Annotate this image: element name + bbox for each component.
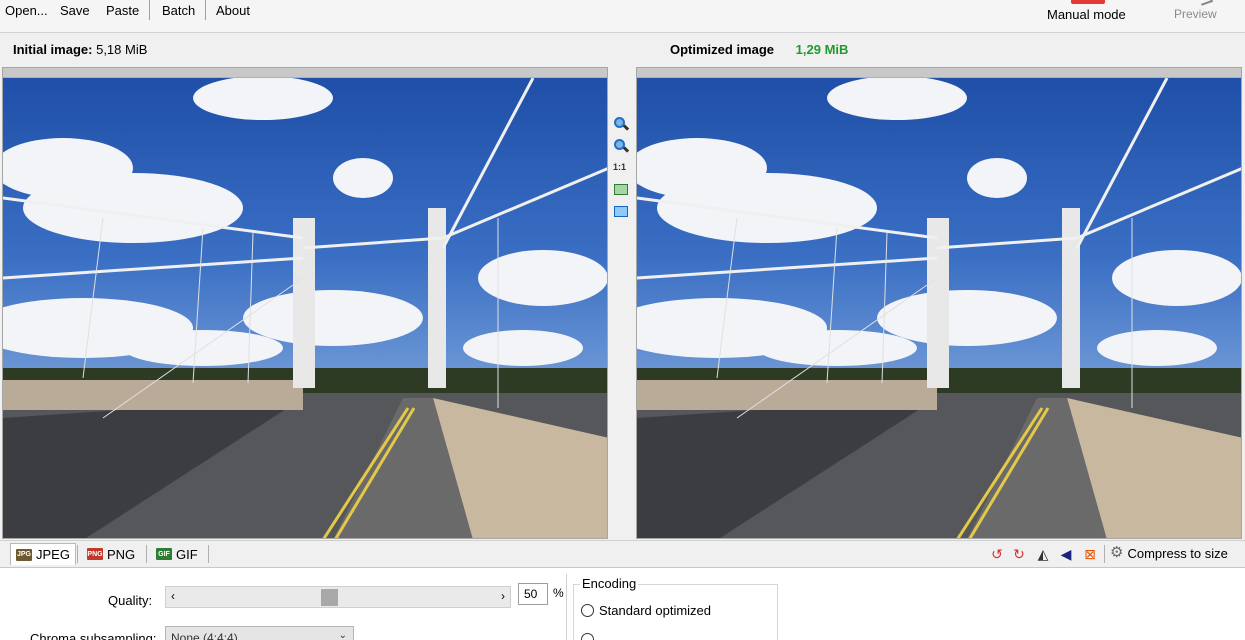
optimized-image-panel[interactable] xyxy=(636,67,1242,539)
paste-menu[interactable]: Paste xyxy=(106,3,139,18)
actual-size-button[interactable]: 1:1 xyxy=(612,159,630,177)
about-menu[interactable]: About xyxy=(216,3,250,18)
preview-label: Preview xyxy=(1174,7,1217,21)
optimized-image-size: 1,29 MiB xyxy=(795,42,849,57)
panel-top-strip xyxy=(637,68,1241,78)
chevron-down-icon: ⌄ xyxy=(338,630,347,640)
quality-slider[interactable]: ‹ › xyxy=(165,586,511,608)
rotate-right-icon[interactable]: ↻ xyxy=(1010,545,1028,563)
preview-icon xyxy=(1198,0,1214,6)
crop-icon[interactable]: ⊠ xyxy=(1081,545,1099,563)
compress-to-size-button[interactable]: ⚙ Compress to size xyxy=(1110,545,1228,561)
jpeg-icon: JPG xyxy=(16,548,32,561)
batch-menu[interactable]: Batch xyxy=(162,3,195,18)
preview-button[interactable]: Preview xyxy=(1166,0,1228,33)
quality-label: Quality: xyxy=(108,593,153,608)
tab-separator xyxy=(208,545,209,563)
compress-to-size-label: Compress to size xyxy=(1127,545,1228,561)
manual-mode-button[interactable]: Manual mode xyxy=(1040,0,1135,33)
rotate-left-icon[interactable]: ↺ xyxy=(988,545,1006,563)
menu-separator xyxy=(149,0,150,20)
slider-thumb[interactable] xyxy=(321,589,338,606)
open-menu[interactable]: Open... xyxy=(5,3,48,18)
manual-mode-icon xyxy=(1071,0,1105,4)
encoding-group: Encoding Standard optimized xyxy=(573,576,778,640)
quality-value-input[interactable]: 50 xyxy=(518,583,548,605)
chroma-subsampling-label: Chroma subsampling: xyxy=(30,631,157,640)
gear-icon: ⚙ xyxy=(1110,544,1124,561)
menu-bar: Open... Save Paste Batch About Manual mo… xyxy=(0,0,1245,33)
chroma-subsampling-value: None (4:4:4) xyxy=(171,631,238,640)
tab-label: GIF xyxy=(176,546,198,562)
tab-separator xyxy=(77,545,78,563)
format-tab-bar: JPG JPEG PNG PNG GIF GIF ↺ ↻ ◭ ◀ ⊠ ⚙ Com… xyxy=(0,540,1245,566)
fit-window-icon[interactable] xyxy=(612,181,630,199)
encoding-option-label: Standard optimized xyxy=(599,603,712,618)
jpeg-settings-panel: Quality: ‹ › 50 % Chroma subsampling: No… xyxy=(0,567,1245,640)
manual-mode-label: Manual mode xyxy=(1047,7,1126,22)
tab-label: JPEG xyxy=(36,547,70,562)
radio-button[interactable] xyxy=(581,604,594,617)
optimized-image xyxy=(637,78,1241,538)
tool-separator xyxy=(1104,545,1105,563)
slider-left-arrow-icon[interactable]: ‹ xyxy=(171,589,175,603)
initial-image-info: Initial image: 5,18 MiB xyxy=(13,42,147,57)
optimized-image-info: Optimized image 1,29 MiB xyxy=(670,42,848,57)
tab-separator xyxy=(146,545,147,563)
radio-button[interactable] xyxy=(581,633,594,640)
chroma-subsampling-select[interactable]: None (4:4:4) ⌄ xyxy=(165,626,354,640)
percent-label: % xyxy=(553,586,564,600)
actual-size-label: 1:1 xyxy=(613,162,627,172)
initial-image-size: 5,18 MiB xyxy=(96,42,148,57)
gif-icon: GIF xyxy=(156,548,172,560)
initial-image-label: Initial image: xyxy=(13,42,93,57)
initial-image-panel[interactable] xyxy=(2,67,608,539)
menu-separator xyxy=(205,0,206,20)
compare-icon[interactable] xyxy=(612,203,630,221)
panel-top-strip xyxy=(3,68,607,78)
flip-horizontal-icon[interactable]: ◭ xyxy=(1034,545,1052,563)
tab-jpeg[interactable]: JPG JPEG xyxy=(10,543,76,565)
tab-png[interactable]: PNG PNG xyxy=(82,543,140,565)
zoom-out-icon[interactable] xyxy=(612,137,630,155)
save-menu[interactable]: Save xyxy=(60,3,90,18)
initial-image xyxy=(3,78,607,538)
flip-vertical-icon[interactable]: ◀ xyxy=(1057,545,1075,563)
tab-gif[interactable]: GIF GIF xyxy=(151,543,203,565)
settings-divider xyxy=(566,574,567,640)
zoom-toolbar: 1:1 xyxy=(610,115,632,225)
tab-label: PNG xyxy=(107,546,136,562)
optimized-image-label: Optimized image xyxy=(670,42,775,57)
encoding-option-next[interactable] xyxy=(581,633,594,640)
png-icon: PNG xyxy=(87,548,103,560)
zoom-in-icon[interactable] xyxy=(612,115,630,133)
image-info-bar: Initial image: 5,18 MiB Optimized image … xyxy=(0,34,1245,66)
encoding-legend: Encoding xyxy=(580,576,639,591)
encoding-option-standard-optimized[interactable]: Standard optimized xyxy=(581,603,711,618)
slider-right-arrow-icon[interactable]: › xyxy=(501,589,505,603)
